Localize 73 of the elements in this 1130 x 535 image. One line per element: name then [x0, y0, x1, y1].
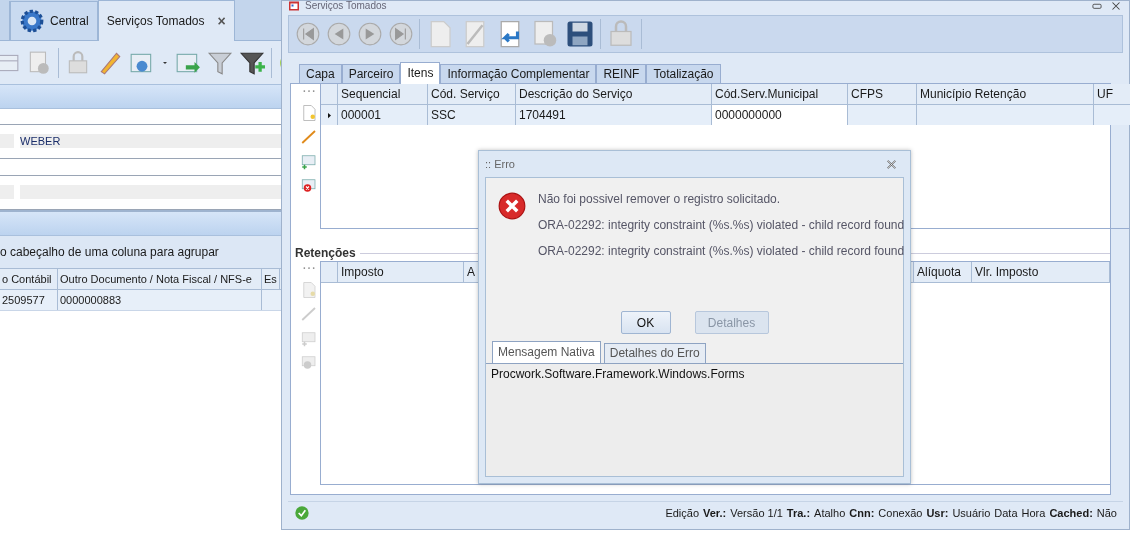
column-header[interactable]: Cód.Serv.Municipal [712, 84, 848, 104]
first-record-icon[interactable] [295, 21, 321, 47]
column-header[interactable]: Alíquota [914, 262, 972, 282]
button[interactable]: OK [620, 311, 671, 334]
text-field[interactable] [20, 185, 281, 200]
close-icon[interactable] [885, 157, 898, 171]
tab[interactable]: REINF [596, 64, 647, 83]
column-header[interactable]: Outro Documento / Nota Fiscal / NFS-e [58, 269, 262, 289]
pencil-icon [300, 305, 318, 323]
error-message: ORA-02292: integrity constraint (%s.%s) violated - child record found [538, 244, 905, 259]
tab[interactable]: Capa [299, 64, 342, 83]
tab[interactable]: Serviços Tomados × [97, 0, 235, 41]
app-icon [288, 0, 300, 12]
status-text: Tra.: [786, 507, 811, 519]
column-header[interactable]: CFPS [848, 84, 917, 104]
group-hint: o cabeçalho de uma coluna para agrupar [0, 245, 219, 259]
table-cell: 000001 [338, 105, 428, 125]
new-document-icon[interactable] [300, 104, 318, 122]
pencil-icon[interactable] [300, 128, 318, 146]
add-row-icon [300, 329, 318, 347]
table-cell: 0000000883 [58, 290, 262, 310]
window-title: Serviços Tomados [305, 1, 387, 11]
last-record-icon[interactable] [388, 21, 414, 47]
status-text: Usuário [952, 507, 991, 519]
previous-icon[interactable] [326, 21, 352, 47]
column-header[interactable]: UF [1094, 84, 1130, 104]
column-header[interactable]: Imposto [338, 262, 464, 282]
column-header[interactable]: Descrição do Serviço [516, 84, 712, 104]
tab[interactable]: Parceiro [341, 64, 401, 83]
gear-icon [19, 8, 45, 34]
delete-row-icon[interactable] [300, 176, 318, 194]
add-row-icon[interactable] [300, 152, 318, 170]
column-header[interactable]: Sequencial [338, 84, 428, 104]
detail-text: Procwork.Software.Framework.Windows.Forms [490, 366, 746, 383]
column-header[interactable]: o Contábil [0, 269, 58, 289]
close-button[interactable]: × [217, 13, 226, 29]
status-text: Edição [665, 507, 699, 519]
tab[interactable]: Totalização [646, 64, 721, 83]
error-message: ORA-02292: integrity constraint (%s.%s) violated - child record found [538, 218, 905, 233]
delete-row-icon [300, 353, 318, 371]
status-text: Atalho [814, 507, 846, 519]
status-text: Ver.: [703, 507, 727, 519]
table-row[interactable]: 2509577 0000000883 [0, 290, 281, 311]
check-icon [294, 505, 310, 521]
column-header[interactable]: Vlr. Imposto [972, 262, 1110, 282]
tab[interactable]: Informação Complementar [440, 64, 597, 83]
tab[interactable]: Central [10, 1, 98, 40]
table-cell: 0000000000 [712, 105, 848, 125]
next-icon[interactable] [357, 21, 383, 47]
table-cell: 2509577 [0, 290, 58, 310]
status-text: Data [994, 507, 1018, 519]
status-text: Conexão [878, 507, 923, 519]
save-icon[interactable] [565, 19, 595, 49]
text-field[interactable]: WEBER [20, 134, 281, 149]
tab[interactable]: Detalhes do Erro [603, 343, 706, 363]
new-document-icon [300, 281, 318, 299]
status-text: Cached: [1049, 507, 1093, 519]
status-text: Cnn: [849, 507, 875, 519]
table-row[interactable]: 000001 SSC 1704491 0000000000 [321, 105, 1130, 125]
status-text: Hora [1021, 507, 1046, 519]
status-text: Versão 1/1 [730, 507, 783, 519]
dialog-title: :: Erro [485, 158, 515, 170]
column-header[interactable]: Es [262, 269, 280, 289]
group-title: Retenções [295, 246, 356, 260]
status-text: Não [1096, 507, 1117, 519]
column-header[interactable]: Cód. Serviço [428, 84, 516, 104]
column-header[interactable]: Município Retenção [917, 84, 1094, 104]
tab[interactable]: Mensagem Nativa [492, 341, 601, 363]
error-message: Não foi possivel remover o registro solicitado. [538, 192, 782, 207]
tab[interactable]: Itens [400, 62, 441, 84]
error-icon [498, 192, 526, 220]
status-text: Usr: [926, 507, 949, 519]
table-cell: SSC [428, 105, 516, 125]
